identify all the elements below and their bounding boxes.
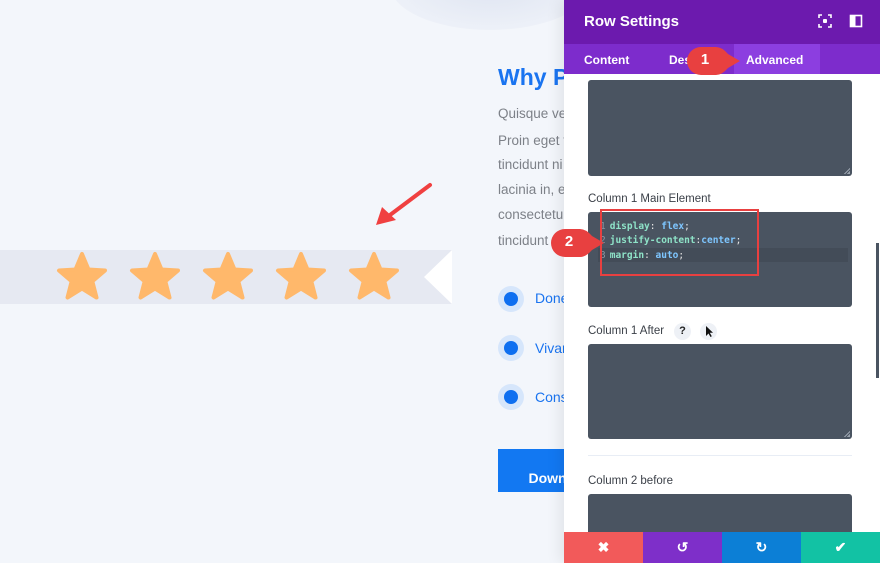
- star-icon: [127, 250, 183, 306]
- paragraph-line: consectetu: [498, 207, 564, 222]
- tab-content[interactable]: Content: [564, 44, 648, 74]
- step-badge-label: 2: [564, 233, 574, 250]
- panel-scrollbar[interactable]: [876, 243, 879, 378]
- paragraph-line: Proin eget t: [498, 133, 568, 148]
- paragraph-line: tincidunt ni: [498, 157, 563, 172]
- resize-handle[interactable]: [844, 168, 850, 174]
- expand-icon[interactable]: [818, 14, 832, 28]
- column1-after-editor[interactable]: [588, 344, 852, 439]
- row-settings-panel: Row Settings Content Des Advanced Column…: [564, 0, 880, 563]
- panel-header: Row Settings: [564, 0, 880, 44]
- save-button[interactable]: ✔: [801, 532, 880, 563]
- panel-footer: ✖ ↺ ↻ ✔: [564, 532, 880, 563]
- star-icon: [200, 250, 256, 306]
- undo-button[interactable]: ↺: [643, 532, 722, 563]
- step-badge-label: 1: [700, 51, 710, 68]
- bullet-item: Cons: [535, 389, 568, 405]
- background-glow: [390, 0, 590, 30]
- paragraph-line: lacinia in, e: [498, 182, 566, 197]
- field-label: Column 1 After: [588, 325, 665, 337]
- step-badge-1: 1: [686, 46, 742, 76]
- paragraph-line: Quisque ve: [498, 106, 567, 121]
- cancel-button[interactable]: ✖: [564, 532, 643, 563]
- step-badge-2: 2: [550, 228, 606, 258]
- bullet-item: Vivar: [535, 340, 567, 356]
- section-heading: Why P: [498, 64, 569, 90]
- panel-title: Row Settings: [584, 13, 680, 30]
- star-icon: [54, 250, 110, 306]
- paragraph-line: tincidunt: [498, 233, 549, 248]
- tab-advanced[interactable]: Advanced: [734, 44, 820, 74]
- bullet-icon: [498, 335, 524, 361]
- help-icon[interactable]: ?: [674, 323, 691, 340]
- annotation-arrow-icon: [376, 183, 432, 225]
- redo-button[interactable]: ↻: [722, 532, 801, 563]
- field-label: Column 2 before: [588, 475, 674, 487]
- annotation-highlight-box: [600, 209, 759, 276]
- field-label: Column 1 Main Element: [588, 193, 711, 205]
- bullet-icon: [498, 286, 524, 312]
- resize-handle[interactable]: [844, 431, 850, 437]
- star-icon: [273, 250, 329, 306]
- ribbon-notch: [424, 250, 452, 304]
- split-view-icon[interactable]: [849, 14, 863, 28]
- bullet-icon: [498, 384, 524, 410]
- cursor-icon: [700, 323, 717, 340]
- css-editor[interactable]: [588, 80, 852, 176]
- section-divider: [588, 455, 852, 456]
- star-icon: [346, 250, 402, 306]
